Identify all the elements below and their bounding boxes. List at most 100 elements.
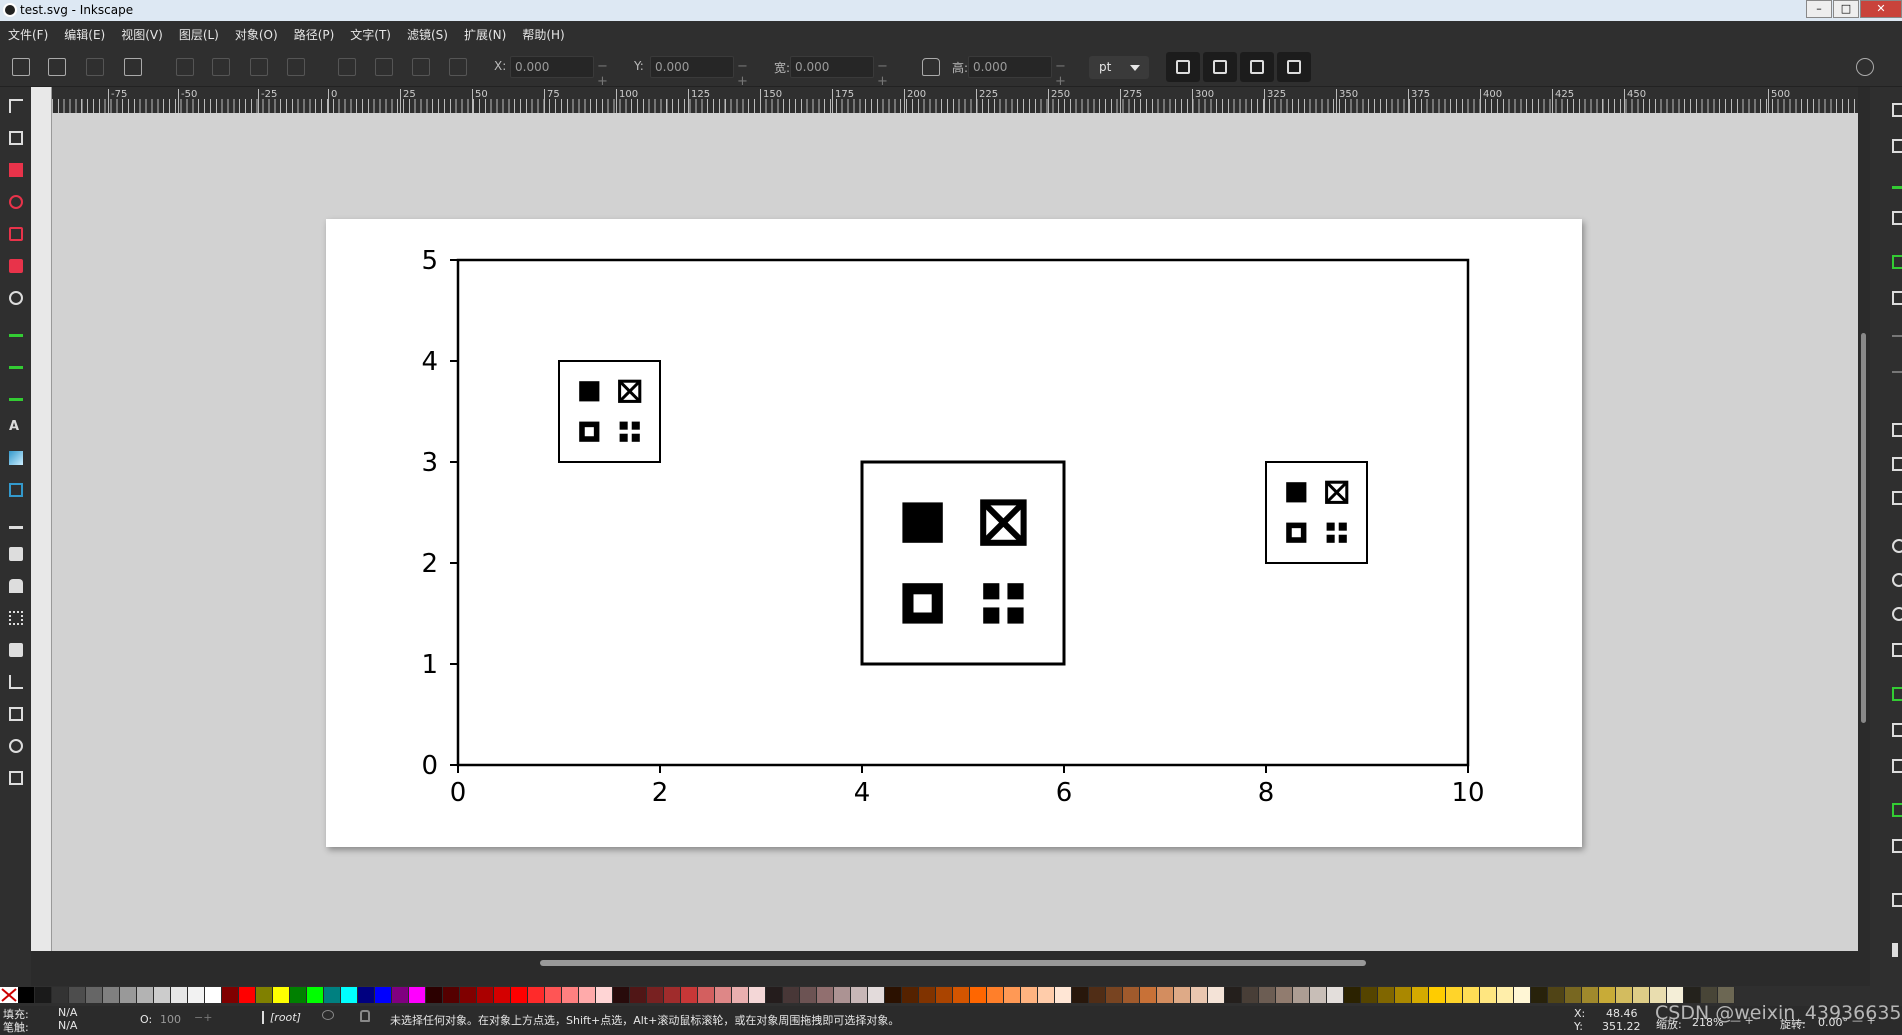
color-swatch[interactable] bbox=[1684, 987, 1701, 1003]
move-pattern-toggle[interactable] bbox=[1277, 52, 1311, 82]
pages-tool-icon[interactable] bbox=[9, 707, 23, 721]
lower-icon[interactable] bbox=[412, 58, 430, 76]
color-swatch[interactable] bbox=[664, 987, 681, 1003]
color-swatch[interactable] bbox=[1667, 987, 1684, 1003]
menu-object[interactable]: 对象(O) bbox=[235, 26, 278, 43]
star-tool-icon[interactable] bbox=[9, 227, 23, 241]
color-swatch[interactable] bbox=[1242, 987, 1259, 1003]
scale-stroke-toggle[interactable] bbox=[1166, 52, 1200, 82]
color-swatch[interactable] bbox=[528, 987, 545, 1003]
rotate-cw-icon[interactable] bbox=[212, 58, 230, 76]
menu-filters[interactable]: 滤镜(S) bbox=[407, 26, 448, 43]
vertical-scroll-thumb[interactable] bbox=[1861, 333, 1866, 723]
color-swatch[interactable] bbox=[1038, 987, 1055, 1003]
color-swatch[interactable] bbox=[1293, 987, 1310, 1003]
color-swatch[interactable] bbox=[1548, 987, 1565, 1003]
layer-lock-icon[interactable] bbox=[360, 1010, 370, 1022]
color-swatch[interactable] bbox=[1378, 987, 1395, 1003]
tweak-tool-icon[interactable] bbox=[9, 579, 23, 593]
color-swatch[interactable] bbox=[1463, 987, 1480, 1003]
color-swatch[interactable] bbox=[749, 987, 766, 1003]
color-swatch[interactable] bbox=[1412, 987, 1429, 1003]
color-swatch[interactable] bbox=[460, 987, 477, 1003]
color-swatch[interactable] bbox=[1225, 987, 1242, 1003]
x-stepper[interactable]: −+ bbox=[597, 59, 608, 89]
text-tool-icon[interactable]: A bbox=[9, 419, 23, 434]
color-swatch[interactable] bbox=[902, 987, 919, 1003]
horizontal-scroll-thumb[interactable] bbox=[540, 960, 1366, 966]
color-swatch[interactable] bbox=[1650, 987, 1667, 1003]
color-swatch[interactable] bbox=[86, 987, 103, 1003]
color-swatch[interactable] bbox=[732, 987, 749, 1003]
color-swatch[interactable] bbox=[1208, 987, 1225, 1003]
expand-panel-icon[interactable] bbox=[1892, 943, 1898, 957]
opacity-input[interactable]: 100 bbox=[160, 1013, 181, 1026]
color-swatch[interactable] bbox=[800, 987, 817, 1003]
calligraphy-tool-icon[interactable] bbox=[9, 387, 23, 401]
color-swatch[interactable] bbox=[1633, 987, 1650, 1003]
color-swatch[interactable] bbox=[1599, 987, 1616, 1003]
color-swatch[interactable] bbox=[545, 987, 562, 1003]
selector-tool-icon[interactable] bbox=[9, 99, 23, 113]
color-swatch[interactable] bbox=[987, 987, 1004, 1003]
dropper-tool-icon[interactable] bbox=[9, 515, 23, 529]
pen-tool-icon[interactable] bbox=[9, 323, 23, 337]
ellipse-tool-icon[interactable] bbox=[9, 195, 23, 209]
color-swatch[interactable] bbox=[596, 987, 613, 1003]
color-swatch[interactable] bbox=[1531, 987, 1548, 1003]
color-swatch[interactable] bbox=[647, 987, 664, 1003]
color-swatch[interactable] bbox=[970, 987, 987, 1003]
minimize-button[interactable]: – bbox=[1806, 0, 1832, 18]
color-swatch[interactable] bbox=[1021, 987, 1038, 1003]
zoom-tool-icon[interactable] bbox=[9, 739, 23, 753]
color-swatch[interactable] bbox=[1497, 987, 1514, 1003]
color-swatch[interactable] bbox=[1055, 987, 1072, 1003]
eraser-tool-icon[interactable] bbox=[9, 643, 23, 657]
color-swatch[interactable] bbox=[358, 987, 375, 1003]
connector-tool-icon[interactable] bbox=[9, 675, 23, 689]
color-swatch[interactable] bbox=[766, 987, 783, 1003]
color-swatch[interactable] bbox=[52, 987, 69, 1003]
horizontal-ruler[interactable]: -75 -50 -25 0 25 50 75 100 125 150 175 2… bbox=[52, 87, 1858, 113]
color-swatch[interactable] bbox=[868, 987, 885, 1003]
color-swatch[interactable] bbox=[188, 987, 205, 1003]
y-input[interactable]: 0.000 bbox=[650, 56, 734, 78]
node-tool-icon[interactable] bbox=[9, 131, 23, 145]
color-swatch[interactable] bbox=[1157, 987, 1174, 1003]
new-document-icon[interactable] bbox=[1892, 103, 1902, 117]
color-swatch[interactable] bbox=[205, 987, 222, 1003]
fill-value[interactable]: N/A bbox=[58, 1006, 77, 1019]
color-swatch[interactable] bbox=[681, 987, 698, 1003]
lower-to-bottom-icon[interactable] bbox=[449, 58, 467, 76]
color-swatch[interactable] bbox=[1174, 987, 1191, 1003]
color-swatch[interactable] bbox=[1327, 987, 1344, 1003]
color-swatch[interactable] bbox=[698, 987, 715, 1003]
color-swatch[interactable] bbox=[18, 987, 35, 1003]
color-swatch[interactable] bbox=[1361, 987, 1378, 1003]
color-swatch[interactable] bbox=[919, 987, 936, 1003]
color-swatch[interactable] bbox=[375, 987, 392, 1003]
color-swatch[interactable] bbox=[834, 987, 851, 1003]
deselect-icon[interactable] bbox=[86, 58, 104, 76]
color-swatch[interactable] bbox=[1310, 987, 1327, 1003]
color-swatch[interactable] bbox=[936, 987, 953, 1003]
menu-extensions[interactable]: 扩展(N) bbox=[464, 26, 506, 43]
color-swatch[interactable] bbox=[1514, 987, 1531, 1003]
import-icon[interactable] bbox=[1892, 255, 1902, 269]
rectangle-tool-icon[interactable] bbox=[9, 163, 23, 177]
color-swatch[interactable] bbox=[1344, 987, 1361, 1003]
zoom-drawing-icon[interactable] bbox=[1892, 573, 1902, 587]
menu-layer[interactable]: 图层(L) bbox=[179, 26, 219, 43]
flip-vertical-icon[interactable] bbox=[287, 58, 305, 76]
unit-select[interactable]: pt bbox=[1089, 56, 1149, 79]
y-stepper[interactable]: −+ bbox=[737, 59, 748, 89]
color-swatch[interactable] bbox=[69, 987, 86, 1003]
mesh-tool-icon[interactable] bbox=[9, 483, 23, 497]
menu-view[interactable]: 视图(V) bbox=[121, 26, 163, 43]
color-swatch[interactable] bbox=[817, 987, 834, 1003]
horizontal-scrollbar[interactable] bbox=[52, 951, 1858, 975]
color-swatch[interactable] bbox=[1140, 987, 1157, 1003]
vertical-ruler[interactable] bbox=[31, 87, 52, 951]
zoom-page-icon[interactable] bbox=[1892, 607, 1902, 621]
zoom-selection-icon[interactable] bbox=[1892, 539, 1902, 553]
